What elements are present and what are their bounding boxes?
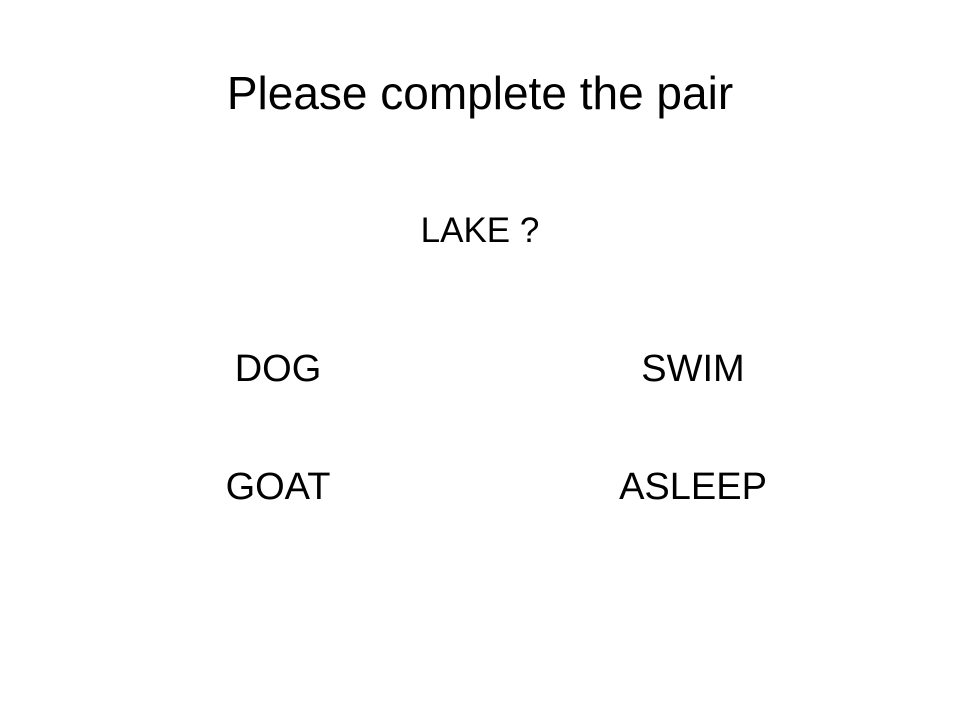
prompt-word: LAKE ? [420,211,540,250]
slide-title: Please complete the pair [226,67,734,119]
option-dog[interactable]: DOG [128,344,428,394]
option-asleep[interactable]: ASLEEP [543,462,843,512]
option-swim[interactable]: SWIM [543,344,843,394]
option-goat[interactable]: GOAT [128,462,428,512]
slide: Please complete the pair LAKE ? DOG SWIM… [0,0,960,720]
